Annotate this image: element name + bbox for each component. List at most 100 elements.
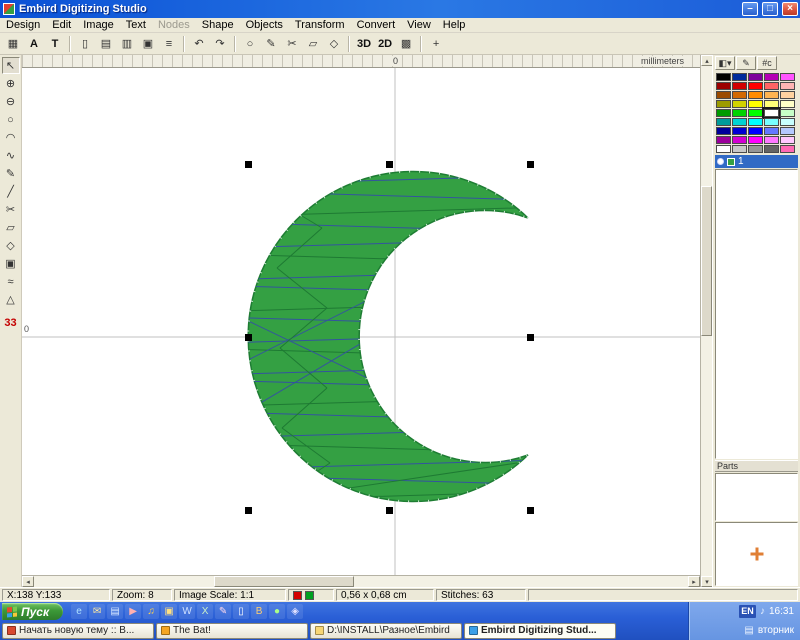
- color-swatch[interactable]: [780, 145, 795, 153]
- color-swatch[interactable]: [748, 127, 763, 135]
- menu-item-objects[interactable]: Objects: [240, 18, 289, 33]
- task-button[interactable]: The Bat!: [156, 623, 308, 639]
- cut-button[interactable]: ✂: [282, 35, 302, 53]
- volume-icon[interactable]: ♪: [760, 606, 765, 617]
- horizontal-scroll-thumb[interactable]: [214, 576, 354, 587]
- close-button[interactable]: ×: [782, 2, 798, 16]
- shape-tool[interactable]: ◇: [2, 237, 20, 254]
- design-canvas[interactable]: [22, 68, 700, 575]
- color-swatch[interactable]: [716, 82, 731, 90]
- scissors-tool[interactable]: ✂: [2, 201, 20, 218]
- color-swatch[interactable]: [748, 100, 763, 108]
- color-swatch[interactable]: [732, 127, 747, 135]
- excel-icon[interactable]: X: [197, 604, 213, 619]
- color-swatch[interactable]: [764, 91, 779, 99]
- column-button[interactable]: ▱: [303, 35, 323, 53]
- pattern-tool[interactable]: ≈: [2, 273, 20, 290]
- ellipse-button[interactable]: ○: [240, 35, 260, 53]
- selection-handle[interactable]: [527, 507, 534, 514]
- drawing-surface[interactable]: 0: [22, 68, 700, 575]
- import-image-button[interactable]: ▥: [117, 35, 137, 53]
- menu-item-text[interactable]: Text: [120, 18, 152, 33]
- lettering-t-button[interactable]: T: [45, 35, 65, 53]
- notepad-icon[interactable]: ▯: [233, 604, 249, 619]
- selection-handle[interactable]: [245, 334, 252, 341]
- color-swatch[interactable]: [764, 145, 779, 153]
- color-swatch[interactable]: [764, 127, 779, 135]
- menu-item-convert[interactable]: Convert: [351, 18, 402, 33]
- selection-handle[interactable]: [245, 161, 252, 168]
- color-swatch[interactable]: [780, 127, 795, 135]
- menu-item-view[interactable]: View: [401, 18, 437, 33]
- tray-clock[interactable]: 16:31: [769, 606, 794, 617]
- color-swatch[interactable]: [780, 73, 795, 81]
- palette-style-button[interactable]: ◧▾: [715, 56, 735, 70]
- color-swatch[interactable]: [732, 136, 747, 144]
- color-swatch[interactable]: [780, 109, 795, 117]
- open-design-button[interactable]: ▤: [96, 35, 116, 53]
- paint-icon[interactable]: ✎: [215, 604, 231, 619]
- pointer-tool[interactable]: ↖: [2, 57, 20, 74]
- center-origin-button[interactable]: +: [426, 35, 446, 53]
- color-swatch[interactable]: [780, 82, 795, 90]
- music-player-icon[interactable]: ♫: [143, 604, 159, 619]
- color-swatch[interactable]: [732, 109, 747, 117]
- keyboard-icon[interactable]: ▤: [744, 625, 753, 636]
- color-swatch[interactable]: [780, 118, 795, 126]
- menu-item-edit[interactable]: Edit: [46, 18, 77, 33]
- task-button[interactable]: D:\INSTALL\Разное\Embird: [310, 623, 462, 639]
- color-swatch[interactable]: [780, 91, 795, 99]
- color-swatch[interactable]: [748, 118, 763, 126]
- color-swatch[interactable]: [780, 136, 795, 144]
- save-design-button[interactable]: ▣: [138, 35, 158, 53]
- lettering-a-button[interactable]: A: [24, 35, 44, 53]
- color-swatch[interactable]: [716, 127, 731, 135]
- color-swatch[interactable]: [748, 109, 763, 117]
- column-tool[interactable]: ▱: [2, 219, 20, 236]
- color-swatch[interactable]: [764, 109, 779, 117]
- palette-code-button[interactable]: #c: [757, 56, 777, 70]
- minimize-button[interactable]: –: [742, 2, 758, 16]
- zoom-in-tool[interactable]: ⊕: [2, 75, 20, 92]
- color-swatch[interactable]: [764, 73, 779, 81]
- menu-item-help[interactable]: Help: [437, 18, 472, 33]
- show-desktop-icon[interactable]: ▤: [107, 604, 123, 619]
- layer-row-selected[interactable]: 1: [715, 155, 798, 168]
- parts-preview-panel[interactable]: [715, 522, 798, 586]
- selection-handle[interactable]: [386, 507, 393, 514]
- messenger-icon[interactable]: ●: [269, 604, 285, 619]
- pencil-tool[interactable]: ✎: [2, 165, 20, 182]
- the-bat-icon[interactable]: B: [251, 604, 267, 619]
- scroll-right-arrow-icon[interactable]: ▸: [688, 576, 700, 587]
- print-button[interactable]: ≡: [159, 35, 179, 53]
- color-swatch[interactable]: [732, 91, 747, 99]
- ellipse-tool[interactable]: ○: [2, 111, 20, 128]
- selection-handle[interactable]: [527, 334, 534, 341]
- menu-item-image[interactable]: Image: [77, 18, 120, 33]
- pattern-button[interactable]: ▦: [3, 35, 23, 53]
- stitch-grid-button[interactable]: ▩: [396, 35, 416, 53]
- color-swatch[interactable]: [732, 100, 747, 108]
- color-swatch[interactable]: [764, 118, 779, 126]
- line-tool[interactable]: ╱: [2, 183, 20, 200]
- color-swatch[interactable]: [732, 145, 747, 153]
- color-swatch[interactable]: [716, 118, 731, 126]
- object-list[interactable]: [715, 169, 798, 459]
- new-design-button[interactable]: ▯: [75, 35, 95, 53]
- outline-button[interactable]: ◇: [324, 35, 344, 53]
- arc-tool[interactable]: ◠: [2, 129, 20, 146]
- menu-item-nodes[interactable]: Nodes: [152, 18, 196, 33]
- menu-item-shape[interactable]: Shape: [196, 18, 240, 33]
- selection-handle[interactable]: [386, 161, 393, 168]
- settings-icon[interactable]: ◈: [287, 604, 303, 619]
- color-swatch[interactable]: [716, 109, 731, 117]
- language-indicator[interactable]: EN: [739, 605, 756, 618]
- draw-button[interactable]: ✎: [261, 35, 281, 53]
- color-swatch[interactable]: [764, 82, 779, 90]
- internet-explorer-icon[interactable]: e: [71, 604, 87, 619]
- task-button[interactable]: Начать новую тему :: B...: [2, 623, 154, 639]
- color-swatch[interactable]: [748, 82, 763, 90]
- zoom-out-tool[interactable]: ⊖: [2, 93, 20, 110]
- word-icon[interactable]: W: [179, 604, 195, 619]
- vertical-scroll-thumb[interactable]: [701, 186, 712, 336]
